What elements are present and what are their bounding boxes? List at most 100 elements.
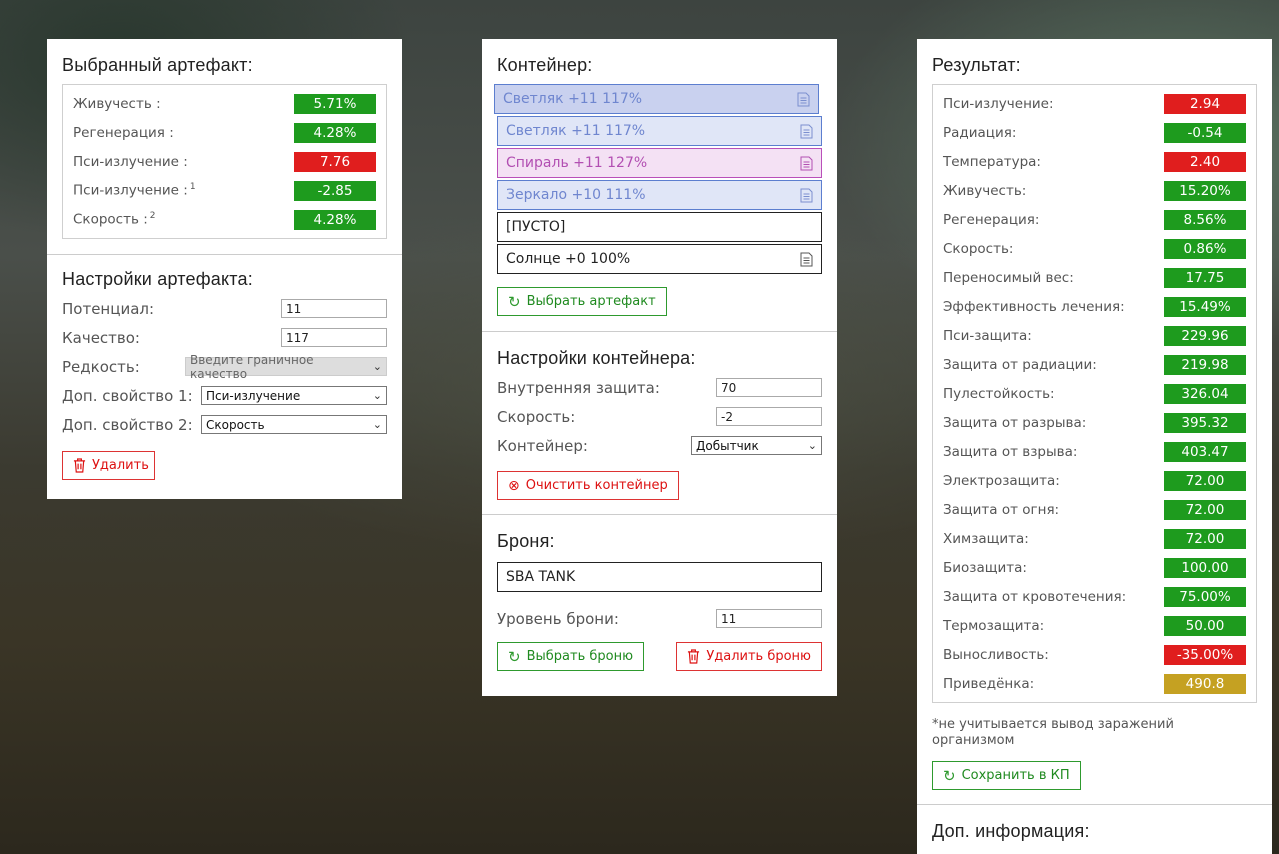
stat-label: Защита от разрыва: <box>943 414 1087 431</box>
chevron-down-icon: ⌄ <box>372 389 382 402</box>
document-icon[interactable] <box>800 252 813 267</box>
container-slot[interactable]: Солнце +0 100% <box>497 244 822 274</box>
potential-label: Потенциал: <box>62 299 155 318</box>
stat-row: Температура: 2.40 <box>943 147 1246 176</box>
stat-row: Скорость: 0.86% <box>943 234 1246 263</box>
stat-value: 50.00 <box>1164 615 1246 636</box>
extra2-select[interactable]: Скорость ⌄ <box>201 415 387 434</box>
stat-value: 72.00 <box>1164 470 1246 491</box>
stat-row: Химзащита: 72.00 <box>943 524 1246 553</box>
document-icon[interactable] <box>800 188 813 203</box>
inner-protection-input[interactable] <box>716 378 822 397</box>
stat-value: 8.56% <box>1164 209 1246 230</box>
container-slot[interactable]: Спираль +11 127% <box>497 148 822 178</box>
stat-label: Химзащита: <box>943 530 1029 547</box>
delete-armor-label: Удалить броню <box>706 649 811 664</box>
stat-row: Пси-излучение: 2.94 <box>943 89 1246 118</box>
delete-artifact-button[interactable]: Удалить <box>62 451 155 480</box>
stat-label: Переносимый вес: <box>943 269 1074 286</box>
potential-input[interactable] <box>281 299 387 318</box>
clear-container-button[interactable]: ⊗ Очистить контейнер <box>497 471 679 500</box>
stat-value: 403.47 <box>1164 441 1246 462</box>
armor-level-label: Уровень брони: <box>497 609 619 628</box>
stat-row: Защита от радиации: 219.98 <box>943 350 1246 379</box>
stat-value: 72.00 <box>1164 499 1246 520</box>
container-slot[interactable]: Светляк +11 117% <box>497 116 822 146</box>
stat-value: 4.28% <box>294 209 376 230</box>
save-kp-label: Сохранить в КП <box>961 768 1070 783</box>
rarity-label: Редкость: <box>62 357 140 376</box>
extra2-select-value: Скорость <box>206 417 265 432</box>
armor-section: Броня: SBA TANK Уровень брони: ↻ Выбрать… <box>482 514 837 685</box>
rarity-select-value: Введите граничное качество <box>190 352 314 381</box>
stat-value: 326.04 <box>1164 383 1246 404</box>
refresh-icon: ↻ <box>943 766 956 785</box>
stat-label: Термозащита: <box>943 617 1045 634</box>
stat-label: Защита от огня: <box>943 501 1060 518</box>
stat-value: 395.32 <box>1164 412 1246 433</box>
extra1-select-value: Пси-излучение <box>206 388 301 403</box>
document-icon[interactable] <box>797 92 810 107</box>
stat-value: 5.71% <box>294 93 376 114</box>
inner-protection-label: Внутренняя защита: <box>497 378 660 397</box>
extra-info-section: Доп. информация: <box>917 804 1272 854</box>
stat-label: Пси-излучение : <box>73 153 188 170</box>
choose-artifact-button[interactable]: ↻ Выбрать артефакт <box>497 287 667 316</box>
inner-protection-row: Внутренняя защита: <box>497 373 822 402</box>
extra1-label: Доп. свойство 1: <box>62 386 193 405</box>
stat-label: Пулестойкость: <box>943 385 1055 402</box>
stat-row: Термозащита: 50.00 <box>943 611 1246 640</box>
container-settings-section: Настройки контейнера: Внутренняя защита:… <box>482 331 837 514</box>
stat-value: 0.86% <box>1164 238 1246 259</box>
stat-label: Живучесть : <box>73 95 161 112</box>
container-speed-input[interactable] <box>716 407 822 426</box>
stat-label: Скорость :2 <box>73 211 156 228</box>
trash-icon <box>688 649 700 664</box>
stat-value: 100.00 <box>1164 557 1246 578</box>
extra1-row: Доп. свойство 1: Пси-излучение ⌄ <box>62 381 387 410</box>
extra2-row: Доп. свойство 2: Скорость ⌄ <box>62 410 387 439</box>
armor-level-input[interactable] <box>716 609 822 628</box>
stat-value: -2.85 <box>294 180 376 201</box>
armor-level-row: Уровень брони: <box>497 604 822 633</box>
selected-artifact-section: Выбранный артефакт: Живучесть : 5.71% Реге… <box>47 39 402 254</box>
stat-label: Скорость: <box>943 240 1014 257</box>
choose-artifact-label: Выбрать артефакт <box>526 294 656 309</box>
armor-slot[interactable]: SBA TANK <box>497 562 822 592</box>
stat-row: Скорость :2 4.28% <box>73 205 376 234</box>
stat-label: Электрозащита: <box>943 472 1060 489</box>
artifact-settings-section: Настройки артефакта: Потенциал: Качество… <box>47 254 402 494</box>
container-slot-label: Солнце +0 100% <box>506 251 631 267</box>
selected-artifact-title: Выбранный артефакт: <box>62 55 253 75</box>
document-icon[interactable] <box>800 124 813 139</box>
delete-armor-button[interactable]: Удалить броню <box>676 642 822 671</box>
armor-title: Броня: <box>497 531 555 551</box>
stat-row: Пси-излучение :1 -2.85 <box>73 176 376 205</box>
container-speed-row: Скорость: <box>497 402 822 431</box>
stat-label: Пси-защита: <box>943 327 1032 344</box>
stat-row: Переносимый вес: 17.75 <box>943 263 1246 292</box>
save-kp-button[interactable]: ↻ Сохранить в КП <box>932 761 1081 790</box>
potential-row: Потенциал: <box>62 294 387 323</box>
container-type-select[interactable]: Добытчик ⌄ <box>691 436 822 455</box>
extra1-select[interactable]: Пси-излучение ⌄ <box>201 386 387 405</box>
extra2-label: Доп. свойство 2: <box>62 415 193 434</box>
container-slot[interactable]: Зеркало +10 111% <box>497 180 822 210</box>
rarity-select[interactable]: Введите граничное качество ⌄ <box>185 353 387 381</box>
stat-row: Биозащита: 100.00 <box>943 553 1246 582</box>
document-icon[interactable] <box>800 156 813 171</box>
stat-row: Электрозащита: 72.00 <box>943 466 1246 495</box>
stat-value: 15.49% <box>1164 296 1246 317</box>
stat-label: Живучесть: <box>943 182 1027 199</box>
stat-row: Регенерация: 8.56% <box>943 205 1246 234</box>
stat-row: Защита от разрыва: 395.32 <box>943 408 1246 437</box>
choose-armor-button[interactable]: ↻ Выбрать броню <box>497 642 645 671</box>
container-slots: Светляк +11 117% Светляк +11 117% Спираль … <box>494 84 822 274</box>
stat-label: Радиация: <box>943 124 1017 141</box>
container-slot-label: Светляк +11 117% <box>503 91 643 107</box>
stat-value: -35.00% <box>1164 644 1246 665</box>
container-slot[interactable]: [ПУСТО] <box>497 212 822 242</box>
stat-label: Выносливость: <box>943 646 1049 663</box>
quality-input[interactable] <box>281 328 387 347</box>
container-slot[interactable]: Светляк +11 117% <box>494 84 819 114</box>
